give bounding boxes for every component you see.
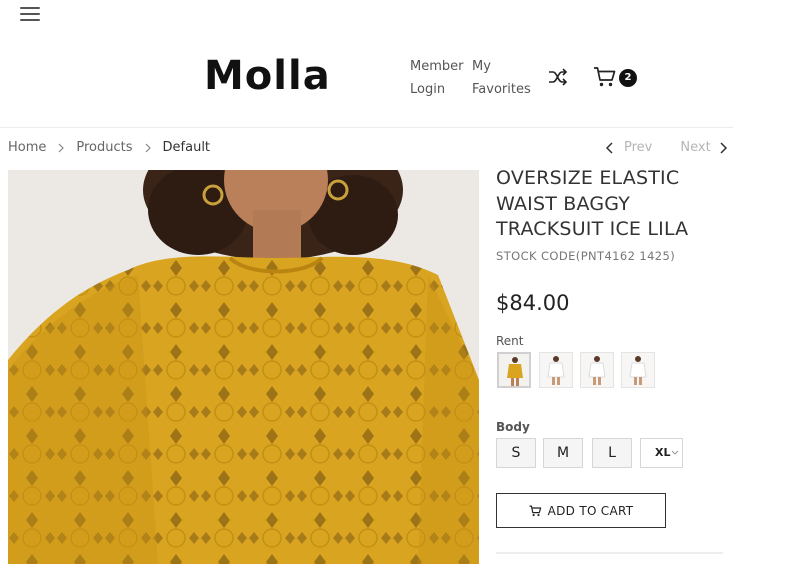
- product-pager: Prev Next: [604, 140, 729, 155]
- model-in-yellow-top-photo: [8, 170, 479, 564]
- shuffle-icon[interactable]: [547, 67, 569, 87]
- next-link[interactable]: Next: [680, 140, 710, 155]
- chevron-left-icon[interactable]: [604, 141, 616, 155]
- body-label: Body: [496, 420, 530, 434]
- variant-thumbnail: [499, 354, 529, 386]
- breadcrumb: Home Products Default: [8, 140, 210, 155]
- size-l-button[interactable]: L: [592, 438, 632, 468]
- variant-thumbnail: [622, 353, 654, 387]
- variant-swatch-white-3[interactable]: [621, 352, 655, 388]
- member-label: Member: [410, 59, 464, 74]
- size-select[interactable]: XL: [640, 438, 683, 468]
- breadcrumb-home[interactable]: Home: [8, 140, 46, 155]
- breadcrumb-current: Default: [162, 140, 211, 155]
- size-s-button[interactable]: S: [496, 438, 536, 468]
- product-title: OVERSIZE ELASTIC WAIST BAGGY TRACKSUIT I…: [496, 167, 689, 240]
- product-price: $84.00: [496, 291, 570, 315]
- cart-icon: [529, 505, 541, 516]
- logo[interactable]: Molla: [204, 50, 331, 102]
- add-to-cart-label: ADD TO CART: [547, 503, 634, 518]
- product-image[interactable]: [8, 170, 479, 564]
- chevron-right-icon[interactable]: [717, 141, 729, 155]
- rent-label: Rent: [496, 334, 524, 348]
- variant-thumbnail: [540, 353, 572, 387]
- chevron-down-icon: [671, 450, 679, 455]
- variant-swatch-white-1[interactable]: [539, 352, 573, 388]
- login-label: Login: [410, 82, 446, 97]
- cart-icon[interactable]: [593, 66, 617, 88]
- size-m-button[interactable]: M: [543, 438, 583, 468]
- member-login-link[interactable]: Member Login: [410, 55, 470, 101]
- breadcrumb-products[interactable]: Products: [76, 140, 132, 155]
- my-label: My: [472, 59, 491, 74]
- header-divider: [0, 127, 733, 128]
- chevron-right-icon: [145, 143, 151, 152]
- variant-thumbnail: [581, 353, 613, 387]
- cart-count-badge: 2: [619, 69, 637, 87]
- variant-swatch-yellow[interactable]: [497, 352, 531, 388]
- stock-code: STOCK CODE(PNT4162 1425): [496, 249, 676, 263]
- menu-icon[interactable]: [20, 5, 42, 23]
- prev-link[interactable]: Prev: [624, 140, 652, 155]
- chevron-right-icon: [58, 143, 65, 152]
- divider: [496, 552, 723, 554]
- variant-swatch-white-2[interactable]: [580, 352, 614, 388]
- add-to-cart-button[interactable]: ADD TO CART: [496, 493, 666, 528]
- size-select-value: XL: [655, 446, 671, 459]
- my-favorites-link[interactable]: My Favorites: [472, 55, 532, 101]
- favorites-label: Favorites: [472, 82, 531, 97]
